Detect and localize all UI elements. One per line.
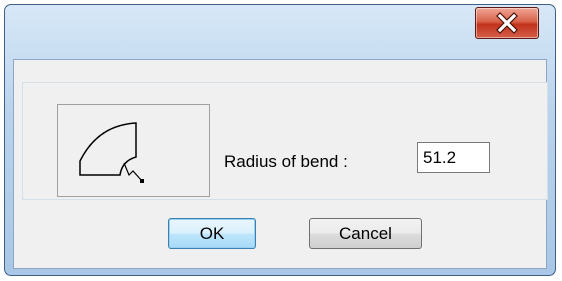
close-button[interactable] [475,7,539,39]
cancel-button[interactable]: Cancel [309,218,422,249]
radius-input[interactable] [417,142,490,173]
dialog-window: Radius of bend : OK Cancel [4,4,556,276]
ok-button[interactable]: OK [168,218,256,249]
title-bar[interactable] [5,5,555,59]
close-icon [496,12,518,34]
radius-label: Radius of bend : [224,152,348,171]
bend-diagram [57,104,210,197]
bend-radius-icon [79,122,144,183]
dialog-client-area: Radius of bend : OK Cancel [13,59,548,269]
